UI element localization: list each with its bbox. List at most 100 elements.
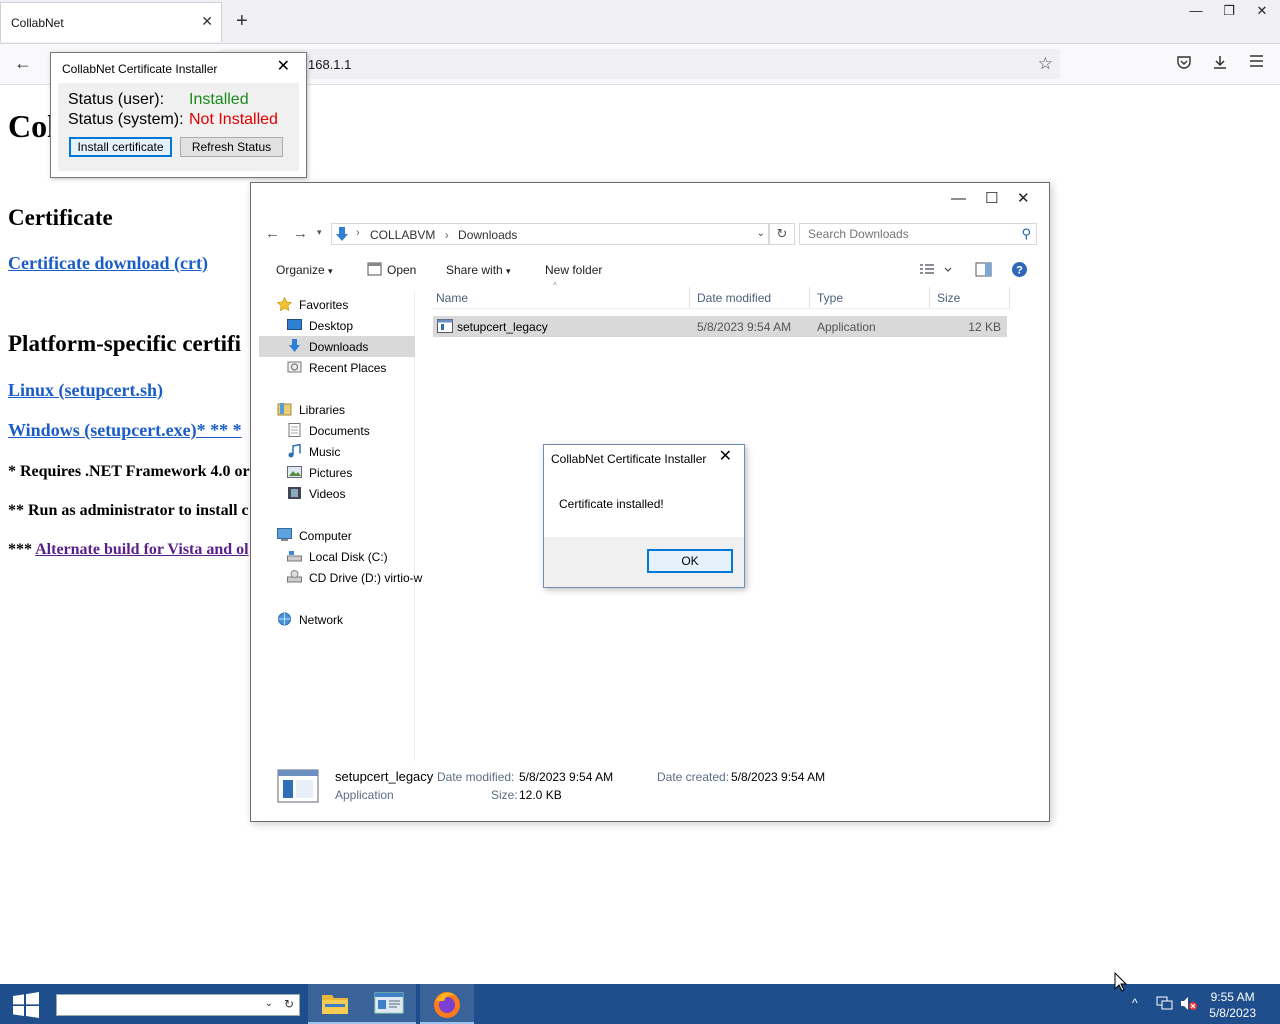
message-box-footer: OK [544,537,744,587]
browser-tab-bar: CollabNet ✕ + — ❐ ✕ [0,0,1280,44]
linux-link[interactable]: Linux (setupcert.sh) [8,380,163,401]
windows-link[interactable]: Windows (setupcert.exe)* ** * [8,420,242,441]
tab-close-icon[interactable]: ✕ [201,14,213,28]
nav-libraries[interactable]: Libraries [259,399,415,420]
message-box-close-icon[interactable]: ✕ [719,449,732,465]
details-size-label: Size: [491,788,518,802]
note-admin: ** Run as administrator to install c [8,502,249,519]
pocket-icon[interactable] [1176,54,1192,75]
breadcrumb-downloads[interactable]: Downloads [458,228,517,242]
status-system-label: Status (system): [68,111,184,128]
status-user-value: Installed [189,91,249,108]
nav-desktop[interactable]: Desktop [259,315,415,336]
download-icon[interactable] [1212,54,1228,75]
message-box: CollabNet Certificate Installer ✕ Certif… [543,444,745,588]
taskbar: ⌄ ↻ ^ 9:55 AM 5/8/2023 [0,984,1280,1024]
nav-network[interactable]: Network [259,609,415,630]
new-tab-button[interactable]: + [236,11,248,31]
organize-menu[interactable]: Organize ▾ [276,263,333,277]
column-date-modified[interactable]: Date modified [697,291,771,305]
taskbar-address-toolbar[interactable]: ⌄ ↻ [56,994,300,1016]
column-type[interactable]: Type [817,291,843,305]
file-row[interactable]: setupcert_legacy 5/8/2023 9:54 AM Applic… [433,316,1007,337]
explorer-address-row: ← → ▾ › COLLABVM › Downloads ⌄ ↻ ⚲ [251,221,1049,249]
installer-close-icon[interactable]: ✕ [277,59,290,75]
new-folder-button[interactable]: New folder [545,263,602,277]
nav-computer[interactable]: Computer [259,525,415,546]
status-system-value: Not Installed [189,111,278,128]
taskbar-file-explorer[interactable] [308,984,362,1024]
tab-title: CollabNet [11,16,64,30]
music-icon [287,443,302,458]
taskbar-go-icon[interactable]: ↻ [284,997,294,1011]
view-options-icon[interactable] [919,263,953,280]
explorer-back-icon[interactable]: ← [265,225,280,242]
search-box[interactable]: ⚲ [799,223,1037,245]
breadcrumb-collabvm[interactable]: COLLABVM [370,228,435,242]
certificate-download-link[interactable]: Certificate download (crt) [8,253,208,274]
url-bar[interactable]: 168.1.1 ☆ [218,49,1060,79]
alternate-build-link[interactable]: Alternate build for Vista and ol [35,541,249,558]
ok-button[interactable]: OK [647,549,733,573]
page-title: Col [8,108,56,144]
windows-start-icon[interactable] [12,992,40,1018]
nav-music[interactable]: Music [259,441,415,462]
details-size: 12.0 KB [519,788,562,802]
nav-documents[interactable]: Documents [259,420,415,441]
open-icon [367,262,382,279]
menu-icon[interactable] [1249,54,1264,73]
nav-videos[interactable]: Videos [259,483,415,504]
taskbar-address-dropdown-icon[interactable]: ⌄ [265,998,273,1009]
certificate-heading: Certificate [8,205,113,230]
address-bar[interactable]: › COLLABVM › Downloads ⌄ [331,223,769,245]
browser-restore-button[interactable]: ❐ [1214,3,1244,19]
help-icon[interactable]: ? [1011,261,1028,281]
downloads-icon [287,339,302,353]
tray-overflow-icon[interactable]: ^ [1132,996,1138,1010]
navigation-pane: Favorites Desktop Downloads Recent Place… [259,291,422,761]
details-file-type: Application [335,788,394,802]
details-file-name: setupcert_legacy [335,769,434,784]
star-icon [276,296,293,312]
browser-tab[interactable]: CollabNet ✕ [0,2,222,42]
message-text: Certificate installed! [559,497,664,511]
taskbar-clock[interactable]: 9:55 AM 5/8/2023 [1209,989,1256,1021]
nav-local-disk[interactable]: Local Disk (C:) [259,546,415,567]
details-date-created: 5/8/2023 9:54 AM [731,770,826,784]
share-with-menu[interactable]: Share with ▾ [446,263,511,277]
refresh-button[interactable]: ↻ [769,223,795,245]
explorer-minimize-button[interactable]: — [951,191,966,207]
browser-close-button[interactable]: ✕ [1247,3,1277,19]
bookmark-star-icon[interactable]: ☆ [1038,54,1053,74]
nav-recent-places[interactable]: Recent Places [259,357,415,378]
taskbar-firefox[interactable] [420,984,474,1024]
explorer-maximize-button[interactable]: ☐ [985,191,998,207]
preview-pane-icon[interactable] [975,262,992,280]
nav-downloads[interactable]: Downloads [259,336,415,357]
documents-icon [287,423,302,437]
taskbar-installer-app[interactable] [362,984,416,1024]
search-icon[interactable]: ⚲ [1021,226,1031,242]
recent-places-icon [287,360,302,374]
nav-favorites[interactable]: Favorites [259,294,415,315]
column-name[interactable]: Name [436,291,468,305]
computer-icon [277,528,292,542]
volume-muted-icon[interactable] [1180,996,1198,1014]
nav-cd-drive[interactable]: CD Drive (D:) virtio-w [259,567,422,588]
install-certificate-button[interactable]: Install certificate [69,137,172,157]
network-tray-icon[interactable] [1156,996,1173,1014]
url-text[interactable]: 168.1.1 [308,57,351,72]
note-alternate-prefix: *** [8,541,36,558]
explorer-forward-icon[interactable]: → [293,225,308,242]
back-arrow-icon[interactable]: ← [14,53,32,73]
address-dropdown-icon[interactable]: ⌄ [757,228,765,239]
nav-pictures[interactable]: Pictures [259,462,415,483]
clock-time: 9:55 AM [1210,990,1255,1004]
browser-minimize-button[interactable]: — [1181,3,1211,19]
explorer-close-button[interactable]: ✕ [1017,191,1030,207]
search-input[interactable] [800,224,1010,244]
refresh-status-button[interactable]: Refresh Status [180,137,283,157]
recent-locations-chevron-icon[interactable]: ▾ [317,227,322,238]
open-button[interactable]: Open [387,263,416,277]
column-size[interactable]: Size [937,291,960,305]
